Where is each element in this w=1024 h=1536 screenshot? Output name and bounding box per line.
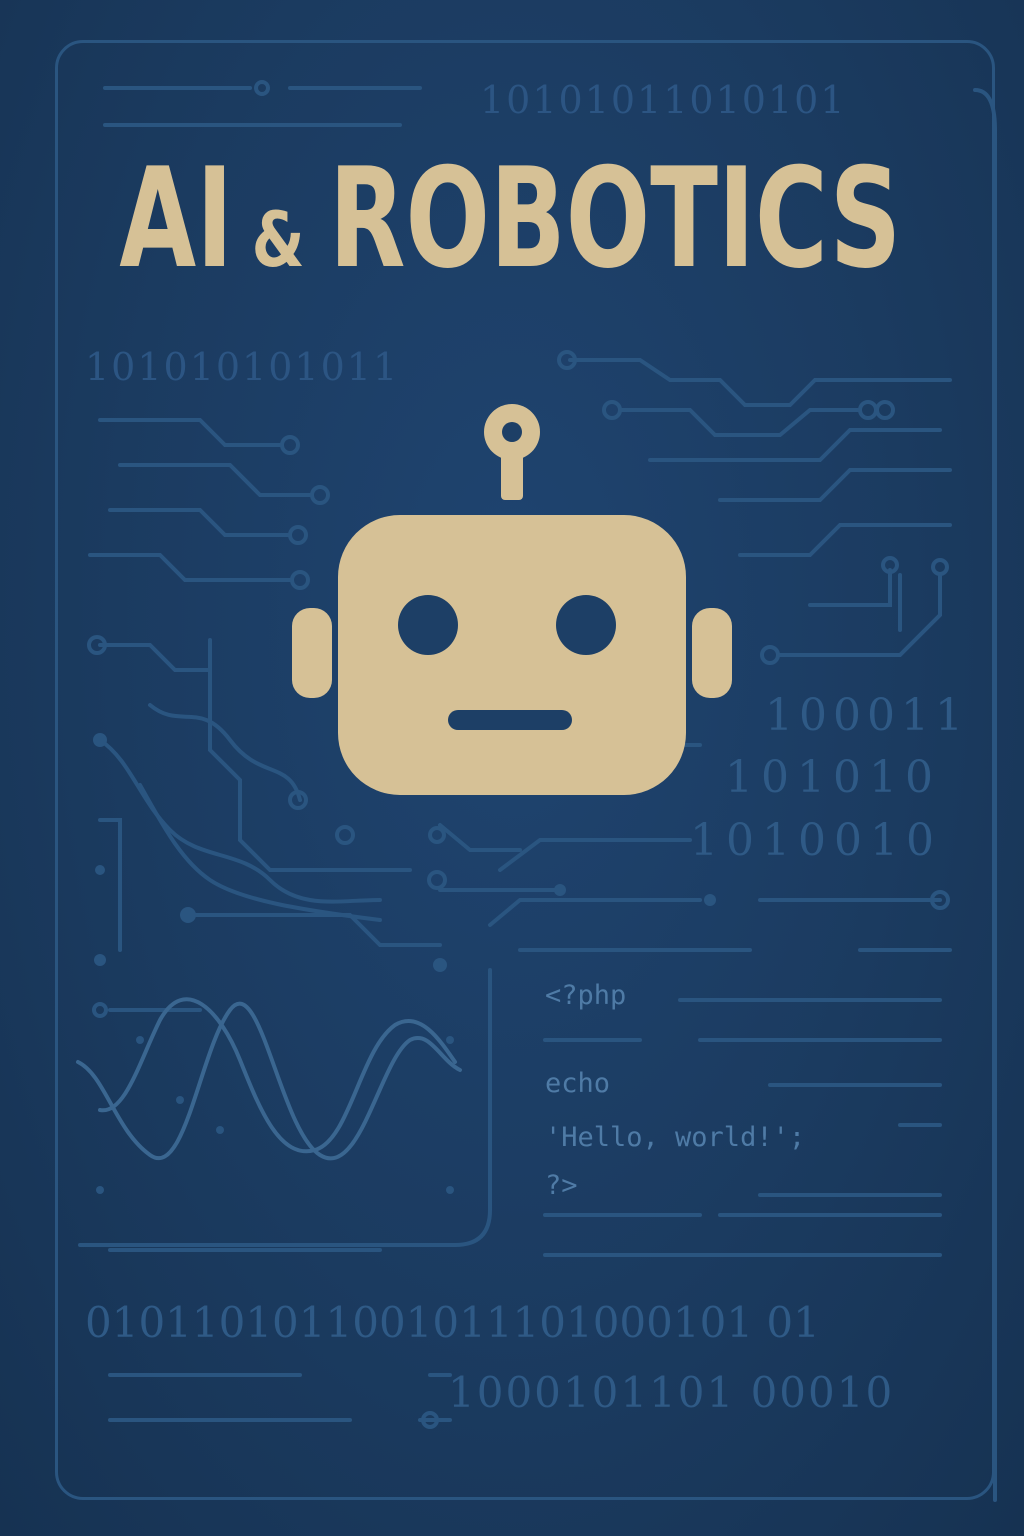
waveform-graph	[76, 997, 462, 1161]
code-line-4: ?>	[545, 1170, 578, 1201]
code-line-1: <?php	[545, 980, 627, 1011]
code-line-2: echo	[545, 1068, 611, 1099]
code-line-3: 'Hello, world!';	[545, 1122, 806, 1153]
book-cover: 10101011010101 101010101011 100011 10101…	[0, 0, 1024, 1536]
